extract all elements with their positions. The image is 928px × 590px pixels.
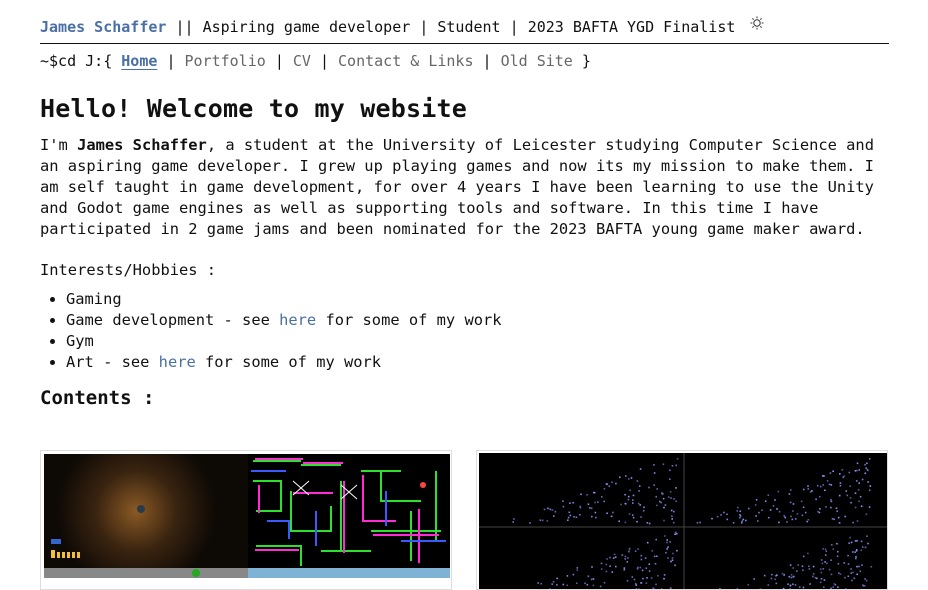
main-nav: ~$cd J:{ Home | Portfolio | CV | Contact… bbox=[40, 50, 591, 72]
contents-thumbnails bbox=[40, 450, 889, 590]
site-name-link[interactable]: James Schaffer bbox=[40, 18, 166, 36]
intro-pre: I'm bbox=[40, 136, 77, 154]
nav-divider: | bbox=[320, 52, 329, 70]
nav-contact-links[interactable]: Contact & Links bbox=[338, 52, 473, 70]
interest-art-post: for some of my work bbox=[196, 353, 381, 371]
sun-icon[interactable] bbox=[750, 12, 764, 32]
nav-cv[interactable]: CV bbox=[293, 52, 311, 70]
game-screenshot-image bbox=[41, 451, 452, 590]
interest-gym: Gym bbox=[66, 332, 94, 350]
tagline-student: Student bbox=[437, 18, 500, 36]
nav-divider: | bbox=[483, 52, 492, 70]
contents-heading: Contents : bbox=[40, 385, 889, 411]
nav-close: } bbox=[582, 52, 591, 70]
tagline-divider: | bbox=[510, 18, 519, 36]
nav-home[interactable]: Home bbox=[121, 52, 157, 70]
tagline-award: 2023 BAFTA YGD Finalist bbox=[528, 18, 736, 36]
nav-divider: | bbox=[275, 52, 284, 70]
list-item: Gaming bbox=[66, 289, 889, 310]
nav-prompt: ~$cd J:{ bbox=[40, 52, 112, 70]
list-item: Game development - see here for some of … bbox=[66, 310, 889, 331]
header-line: James Schaffer || Aspiring game develope… bbox=[40, 17, 764, 37]
nav-divider: | bbox=[166, 52, 175, 70]
list-item: Gym bbox=[66, 331, 889, 352]
art-here-link[interactable]: here bbox=[159, 353, 196, 371]
page-title: Hello! Welcome to my website bbox=[40, 92, 889, 126]
intro-paragraph: I'm James Schaffer, a student at the Uni… bbox=[40, 135, 889, 240]
intro-name: James Schaffer bbox=[77, 136, 207, 154]
nav-old-site[interactable]: Old Site bbox=[501, 52, 573, 70]
tagline-role: Aspiring game developer bbox=[203, 18, 411, 36]
interest-gamedev-post: for some of my work bbox=[316, 311, 501, 329]
nav-portfolio[interactable]: Portfolio bbox=[185, 52, 266, 70]
tagline-divider: | bbox=[419, 18, 428, 36]
interests-heading: Interests/Hobbies : bbox=[40, 260, 889, 281]
interest-gamedev-pre: Game development - see bbox=[66, 311, 279, 329]
art-thumbnail[interactable] bbox=[476, 450, 888, 590]
list-item: Art - see here for some of my work bbox=[66, 352, 889, 373]
site-header: James Schaffer || Aspiring game develope… bbox=[40, 0, 889, 44]
interest-gaming: Gaming bbox=[66, 290, 122, 308]
art-render-image bbox=[477, 451, 888, 590]
game-thumbnail[interactable] bbox=[40, 450, 452, 590]
gamedev-here-link[interactable]: here bbox=[279, 311, 316, 329]
interest-art-pre: Art - see bbox=[66, 353, 159, 371]
main-content: Hello! Welcome to my website I'm James S… bbox=[40, 92, 889, 411]
interests-list: Gaming Game development - see here for s… bbox=[40, 289, 889, 373]
header-separator: || bbox=[175, 18, 193, 36]
